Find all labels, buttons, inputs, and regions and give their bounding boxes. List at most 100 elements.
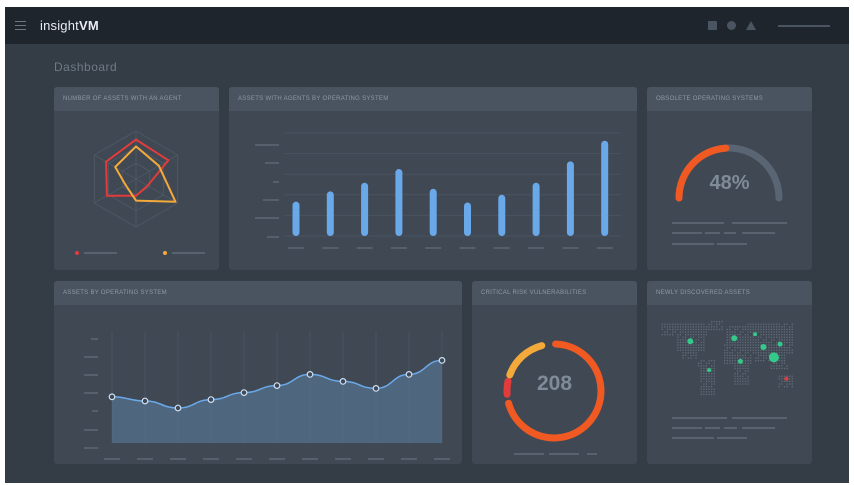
card-newly-discovered[interactable]: NEWLY DISCOVERED ASSETS [647,281,812,464]
square-icon[interactable] [708,21,717,30]
map-dot [747,383,749,385]
map-dot [742,378,744,380]
map-dot [781,362,783,364]
triangle-icon[interactable] [746,21,756,30]
map-dot [739,339,741,341]
map-dot [768,336,770,338]
map-dot [734,375,736,377]
map-dot [783,386,786,388]
map-dot [700,386,702,388]
hamburger-menu-icon[interactable] [15,21,26,30]
map-dot [781,365,783,367]
map-dot [677,349,679,351]
card-obsolete-os[interactable]: OBSOLETE OPERATING SYSTEMS 48% [647,87,812,270]
data-point [339,377,347,385]
map-dot [705,373,708,375]
map-dot [661,326,663,328]
map-dot [698,339,700,341]
map-dot [737,336,739,338]
map-dot [786,367,788,370]
map-dot [739,344,741,346]
map-dot [760,331,762,333]
top-bar: insightVM [5,7,849,44]
y-tick-placeholder [91,338,98,340]
world-map [661,321,793,439]
map-dot [698,334,700,336]
map-dot [679,347,682,349]
map-dot [755,357,757,359]
text-placeholder [672,243,714,245]
map-dot [765,339,767,341]
map-dot [744,341,747,344]
map-dot [666,326,669,328]
map-dot [713,365,715,367]
card-assets-with-agent[interactable]: NUMBER OF ASSETS WITH AN AGENT [54,87,219,270]
data-point [438,356,446,364]
map-dot [687,344,689,346]
card-critical-risk[interactable]: CRITICAL RISK VULNERABILITIES 208 [472,281,637,464]
map-dot [750,323,752,325]
map-dot [750,362,752,364]
map-dot [776,334,778,336]
map-marker [737,358,743,364]
map-dot [703,331,705,333]
map-dot [708,375,710,377]
circle-icon[interactable] [727,21,736,30]
map-dot [700,344,702,346]
map-dot [700,388,702,390]
brand-logo[interactable]: insightVM [40,18,99,33]
map-dot [744,344,747,346]
map-dot [752,326,754,328]
map-dot [781,367,783,370]
data-point [273,382,281,389]
map-dot [677,344,679,346]
map-dot [690,344,692,346]
map-dot [778,323,780,325]
x-tick-placeholder [356,247,373,249]
map-dot [700,331,702,333]
x-tick-placeholder [562,247,579,249]
map-dot [789,347,791,349]
x-tick-placeholder [203,458,219,460]
user-menu-line[interactable] [778,25,830,27]
map-dot [705,365,708,367]
map-dot [695,326,697,328]
map-dot [757,344,760,346]
map-dot [763,328,765,331]
map-dot [669,328,671,331]
map-dot [690,347,692,349]
area-chart [84,331,450,460]
map-dot [731,334,734,336]
map-dot [705,393,708,396]
x-tick-placeholder [236,458,252,460]
map-dot [679,328,682,331]
map-dot [744,336,747,338]
map-dot [716,328,718,331]
map-dot [705,386,708,388]
card-assets-with-agents-by-os[interactable]: ASSETS WITH AGENTS BY OPERATING SYSTEM [229,87,637,270]
map-dot [757,354,760,357]
map-dot [750,331,752,333]
text-placeholder [705,427,720,429]
map-dot [739,341,741,344]
card-assets-by-os[interactable]: ASSETS BY OPERATING SYSTEM [54,281,462,464]
map-dot [700,391,702,393]
map-dot [739,354,741,357]
map-dot [692,326,695,328]
text-placeholder [732,417,787,419]
text-placeholder [672,427,702,429]
map-dot [685,344,687,346]
map-dot [791,339,793,341]
map-dot [757,328,760,331]
map-dot [791,326,793,328]
map-dot [737,383,739,385]
bar [532,182,540,236]
map-dot [739,334,741,336]
map-dot [731,360,734,362]
x-tick-placeholder [596,247,613,249]
map-dot [778,339,780,341]
map-dot [726,328,728,331]
map-dot [757,326,760,328]
map-dot [731,354,734,357]
map-dot [747,334,749,336]
